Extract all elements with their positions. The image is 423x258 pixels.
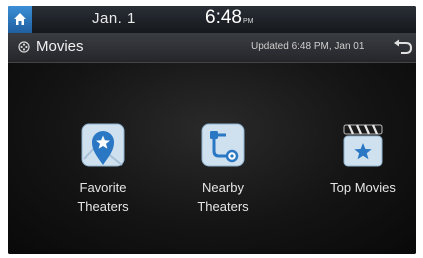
back-arrow-icon <box>394 39 413 54</box>
status-time: 6:48PM <box>205 7 253 29</box>
status-ampm: PM <box>242 18 254 25</box>
nearby-theaters-button[interactable]: Nearby Theaters <box>168 121 278 216</box>
nearby-theaters-label-line1: Nearby <box>202 180 244 195</box>
home-icon <box>14 13 26 25</box>
nearby-theaters-label: Nearby Theaters <box>168 178 278 216</box>
page-title: Movies <box>36 38 84 55</box>
home-button[interactable] <box>8 6 32 33</box>
status-time-value: 6:48 <box>205 7 242 28</box>
updated-timestamp: Updated 6:48 PM, Jan 01 <box>251 41 365 52</box>
movies-icon <box>18 41 30 53</box>
top-movies-label: Top Movies <box>308 178 416 197</box>
favorite-theaters-label: Favorite Theaters <box>48 178 158 216</box>
map-pin-star-icon <box>81 123 125 167</box>
back-button[interactable] <box>392 39 414 57</box>
favorite-theaters-button[interactable]: Favorite Theaters <box>48 121 158 216</box>
menu-area: Favorite Theaters Nearby Theaters Top Mo… <box>8 63 416 254</box>
title-bar: Movies Updated 6:48 PM, Jan 01 <box>8 33 416 63</box>
top-movies-button[interactable]: Top Movies <box>308 121 416 197</box>
nearby-theaters-label-line2: Theaters <box>197 199 249 214</box>
route-icon <box>201 123 245 167</box>
status-bar: Jan. 1 6:48PM <box>8 6 416 33</box>
favorite-theaters-label-line2: Theaters <box>77 199 129 214</box>
head-unit-screen: Jan. 1 6:48PM Movies Updated 6:48 PM, Ja… <box>8 6 416 254</box>
top-movies-label-line1: Top Movies <box>330 180 396 195</box>
favorite-theaters-label-line1: Favorite <box>79 180 127 195</box>
status-date: Jan. 1 <box>92 10 136 27</box>
clapperboard-star-icon <box>343 124 383 167</box>
